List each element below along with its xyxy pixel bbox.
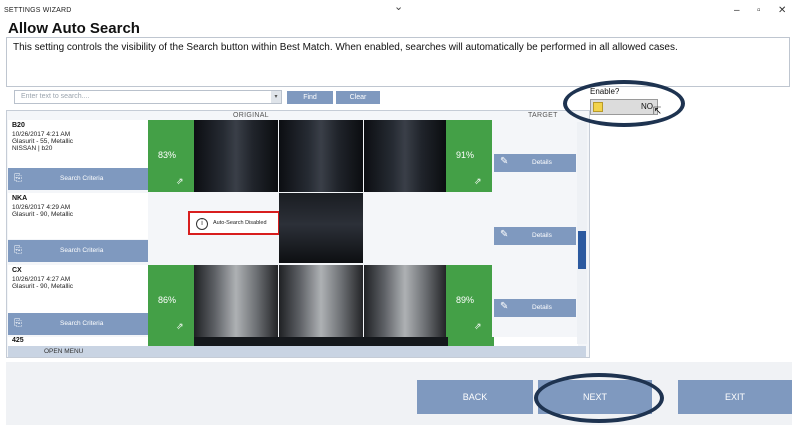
close-button[interactable]: ✕ [778, 5, 786, 16]
search-input[interactable]: Enter text to search.... [14, 90, 282, 104]
color-swatch [194, 120, 278, 192]
match-percent-left: 86% ⇗ [148, 265, 194, 337]
list-item[interactable]: CX 10/26/2017 4:27 AM Glasurit - 90, Met… [8, 265, 148, 313]
scrollbar-thumb[interactable] [578, 231, 586, 269]
search-dropdown-button[interactable]: ▾ [271, 91, 281, 103]
criteria-icon: ⎘ [14, 245, 22, 256]
chevron-down-icon[interactable]: ⌄ [394, 0, 403, 13]
pencil-icon: ✎ [500, 301, 509, 312]
list-item-partial [148, 337, 578, 346]
match-percent-value: 83% [158, 150, 177, 160]
find-button[interactable]: Find [287, 91, 333, 104]
pencil-icon: ✎ [500, 229, 509, 240]
color-swatch [279, 193, 363, 263]
export-icon[interactable]: ⇗ [176, 321, 184, 332]
column-header-original: ORIGINAL [233, 112, 269, 119]
color-swatch [194, 265, 278, 337]
color-swatch [279, 265, 363, 337]
bottom-bar [6, 362, 792, 425]
details-button[interactable]: ✎ Details [494, 154, 576, 172]
list-item[interactable]: B20 10/26/2017 4:21 AM Glasurit - 55, Me… [8, 120, 148, 168]
page-title: Allow Auto Search [8, 20, 140, 37]
details-button[interactable]: ✎ Details [494, 299, 576, 317]
search-criteria-button[interactable]: ⎘ Search Criteria [8, 168, 148, 190]
search-criteria-button[interactable]: ⎘ Search Criteria [8, 240, 148, 262]
list-item[interactable]: NKA 10/26/2017 4:29 AM Glasurit - 90, Me… [8, 193, 148, 239]
color-swatch [364, 265, 446, 337]
clear-button[interactable]: Clear [336, 91, 380, 104]
title-bar: SETTINGS WIZARD ⌄ – ▫ ✕ [0, 0, 792, 22]
auto-search-disabled-label: Auto-Search Disabled [213, 220, 267, 226]
pencil-icon: ✎ [500, 156, 509, 167]
criteria-icon: ⎘ [14, 318, 22, 329]
match-percent-right: 91% ⇗ [446, 120, 492, 192]
maximize-button[interactable]: ▫ [757, 5, 761, 16]
row-date: 10/26/2017 4:27 AM [12, 276, 71, 283]
window-title: SETTINGS WIZARD [4, 7, 72, 14]
highlight-ring [563, 80, 685, 127]
criteria-icon: ⎘ [14, 173, 22, 184]
match-percent-right: 89% ⇗ [446, 265, 492, 337]
details-label: Details [532, 304, 552, 311]
description-text: This setting controls the visibility of … [13, 42, 678, 53]
row-date: 10/26/2017 4:21 AM [12, 131, 71, 138]
search-criteria-label: Search Criteria [60, 320, 104, 327]
row-date: 10/26/2017 4:29 AM [12, 204, 71, 211]
export-icon[interactable]: ⇗ [176, 176, 184, 187]
export-icon[interactable]: ⇗ [474, 321, 482, 332]
back-button[interactable]: BACK [417, 380, 533, 414]
match-percent-value: 86% [158, 295, 177, 305]
exit-button[interactable]: EXIT [678, 380, 792, 414]
details-label: Details [532, 159, 552, 166]
row-name: B20 [12, 122, 25, 129]
details-label: Details [532, 232, 552, 239]
details-button[interactable]: ✎ Details [494, 227, 576, 245]
export-icon[interactable]: ⇗ [474, 176, 482, 187]
row-name: CX [12, 267, 22, 274]
highlight-ring [534, 373, 664, 423]
description-box: This setting controls the visibility of … [6, 37, 790, 87]
search-criteria-button[interactable]: ⎘ Search Criteria [8, 313, 148, 335]
minimize-button[interactable]: – [734, 5, 740, 16]
row-name: 425 [12, 337, 24, 344]
open-menu-bar[interactable]: OPEN MENU [8, 346, 586, 357]
list-item[interactable]: 425 [8, 337, 148, 346]
row-name: NKA [12, 195, 28, 202]
row-paint: Glasurit - 90, Metallic [12, 211, 74, 218]
column-header-target: TARGET [528, 112, 558, 119]
search-criteria-label: Search Criteria [60, 247, 104, 254]
open-menu-label: OPEN MENU [44, 348, 84, 355]
search-placeholder: Enter text to search.... [21, 93, 90, 100]
match-percent-value: 91% [456, 150, 475, 160]
auto-search-disabled-notice: i Auto-Search Disabled [188, 211, 280, 235]
row-paint: Glasurit - 90, Metallic [12, 283, 74, 290]
color-swatch [364, 120, 446, 192]
match-percent-value: 89% [456, 295, 475, 305]
match-percent-left: 83% ⇗ [148, 120, 194, 192]
search-criteria-label: Search Criteria [60, 175, 104, 182]
info-icon: i [196, 218, 208, 230]
color-swatch [279, 120, 363, 192]
row-make: NISSAN | b20 [12, 145, 53, 152]
row-paint: Glasurit - 55, Metallic [12, 138, 74, 145]
